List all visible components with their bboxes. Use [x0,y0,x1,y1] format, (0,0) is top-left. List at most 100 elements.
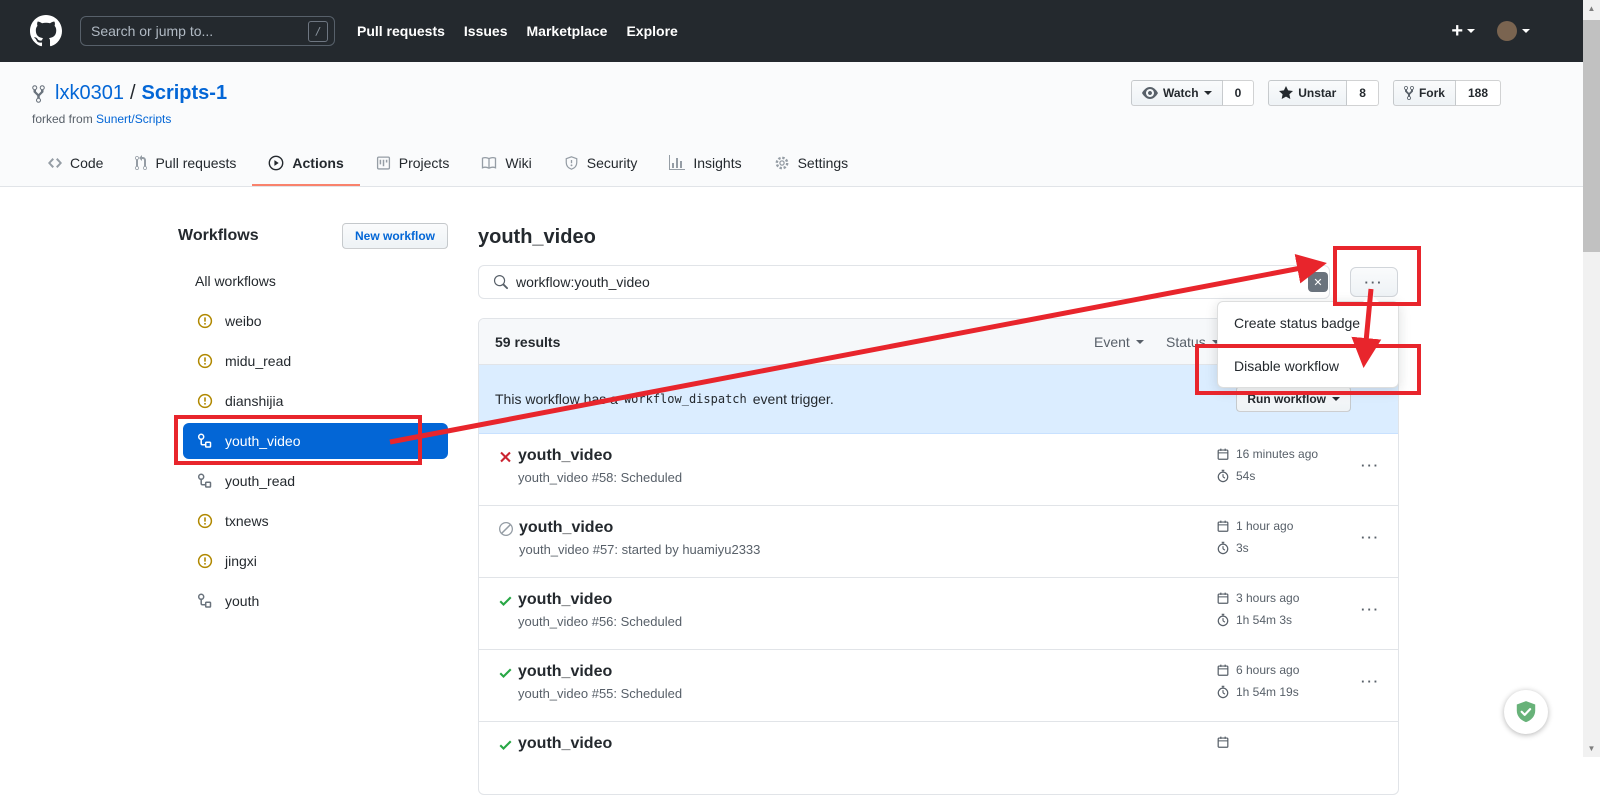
fork-source-link[interactable]: Sunert/Scripts [96,112,171,126]
banner-code: workflow_dispatch [624,392,747,406]
sidebar-item-label: dianshijia [225,393,283,409]
fork-count[interactable]: 188 [1456,80,1501,106]
github-logo-icon[interactable] [30,15,62,47]
run-title-link[interactable]: youth_video [518,663,682,681]
run-title-link[interactable]: youth_video [518,591,682,609]
run-time: 6 hours ago [1236,663,1299,677]
run-workflow-button[interactable]: Run workflow [1236,386,1351,412]
workflow-icon [197,473,213,489]
sidebar-item-youth-read[interactable]: youth_read [178,461,448,501]
run-title-link[interactable]: youth_video [518,447,682,465]
repo-owner-link[interactable]: lxk0301 [55,82,124,105]
menu-item-create-status-badge[interactable]: Create status badge [1218,302,1398,344]
results-count: 59 results [495,334,560,350]
run-time: 16 minutes ago [1236,447,1318,461]
nav-link-marketplace[interactable]: Marketplace [527,23,608,39]
sidebar-item-youth-video[interactable]: youth_video [183,423,448,459]
run-workflow-label: Run workflow [1247,392,1326,406]
fork-group: Fork 188 [1393,80,1501,106]
circle-slash-icon [499,521,513,557]
run-subtitle: youth_video #57: started by huamiyu2333 [519,542,760,557]
sidebar-item-all-workflows[interactable]: All workflows [178,261,448,301]
project-icon [376,155,391,171]
new-workflow-button[interactable]: New workflow [342,223,448,249]
run-row: youth_video youth_video #57: started by … [479,506,1398,578]
scrollbar-up-icon[interactable]: ▲ [1583,0,1600,17]
workflow-options-kebab-button[interactable]: ··· [1350,267,1398,297]
run-title-link[interactable]: youth_video [518,735,612,753]
avatar [1497,21,1517,41]
tab-label: Actions [292,155,343,171]
run-options-kebab[interactable]: ··· [1361,674,1380,689]
top-navbar: Search or jump to... / Pull requests Iss… [0,0,1600,62]
nav-link-explore[interactable]: Explore [626,23,677,39]
eye-icon [1142,85,1158,101]
sidebar-item-youth[interactable]: youth [178,581,448,621]
tab-code[interactable]: Code [32,142,119,186]
create-new-menu[interactable]: + [1451,21,1475,41]
scrollbar-down-icon[interactable]: ▼ [1583,740,1600,757]
tab-security[interactable]: Security [548,142,654,186]
watch-group: Watch 0 [1131,80,1254,106]
calendar-icon [1216,519,1230,533]
star-group: Unstar 8 [1268,80,1379,106]
book-icon [481,155,497,171]
sidebar-item-weibo[interactable]: weibo [178,301,448,341]
run-time: 3 hours ago [1236,591,1299,605]
sidebar-item-txnews[interactable]: txnews [178,501,448,541]
star-count[interactable]: 8 [1347,80,1379,106]
slash-key-hint: / [308,21,328,42]
fork-button[interactable]: Fork [1393,80,1456,106]
run-subtitle: youth_video #55: Scheduled [518,686,682,701]
sidebar-item-label: youth [225,593,259,609]
caret-down-icon [1467,29,1475,33]
scrollbar-thumb[interactable] [1583,20,1600,252]
repo-name-link[interactable]: Scripts-1 [142,82,228,105]
run-row: youth_video [479,722,1398,794]
calendar-icon [1216,447,1230,461]
nav-link-pull-requests[interactable]: Pull requests [357,23,445,39]
clear-filter-button[interactable]: ✕ [1308,272,1328,292]
tab-actions[interactable]: Actions [252,142,359,186]
sidebar-item-label: weibo [225,313,262,329]
sidebar-item-midu-read[interactable]: midu_read [178,341,448,381]
page-scrollbar[interactable]: ▲ ▼ [1583,0,1600,757]
tab-label: Settings [798,155,849,171]
tab-label: Wiki [505,155,531,171]
sidebar-item-jingxi[interactable]: jingxi [178,541,448,581]
tab-insights[interactable]: Insights [653,142,757,186]
watch-button[interactable]: Watch [1131,80,1223,106]
sidebar-item-dianshijia[interactable]: dianshijia [178,381,448,421]
tab-settings[interactable]: Settings [758,142,865,186]
run-options-kebab[interactable]: ··· [1361,530,1380,545]
tab-pull-requests[interactable]: Pull requests [119,142,252,186]
tab-projects[interactable]: Projects [360,142,466,186]
tab-label: Insights [693,155,741,171]
status-filter-dropdown[interactable]: Status [1166,319,1220,365]
run-title-link[interactable]: youth_video [519,519,760,537]
nav-link-issues[interactable]: Issues [464,23,508,39]
main-content: youth_video workflow:youth_video ✕ ··· 5… [478,187,1399,795]
sidebar-item-label: All workflows [195,273,276,289]
shield-check-icon [1513,699,1539,725]
unstar-button[interactable]: Unstar [1268,80,1347,106]
menu-item-disable-workflow[interactable]: Disable workflow [1218,344,1398,387]
menu-notch [1363,294,1379,302]
repo-separator: / [130,82,136,105]
repo-tabs: Code Pull requests Actions Projects Wiki… [32,142,864,186]
watch-count[interactable]: 0 [1223,80,1255,106]
run-options-kebab[interactable]: ··· [1361,602,1380,617]
tab-wiki[interactable]: Wiki [465,142,547,186]
calendar-icon [1216,735,1230,749]
calendar-icon [1216,591,1230,605]
event-filter-dropdown[interactable]: Event [1094,319,1144,365]
adguard-shield-button[interactable] [1504,690,1548,734]
check-success-icon [499,737,512,758]
tab-label: Pull requests [155,155,236,171]
run-options-kebab[interactable]: ··· [1361,458,1380,473]
workflow-filter-input[interactable]: workflow:youth_video [478,265,1330,299]
global-search-input[interactable]: Search or jump to... / [80,16,335,46]
search-icon [493,275,508,290]
user-menu[interactable] [1497,21,1530,41]
run-duration: 1h 54m 19s [1236,685,1299,699]
